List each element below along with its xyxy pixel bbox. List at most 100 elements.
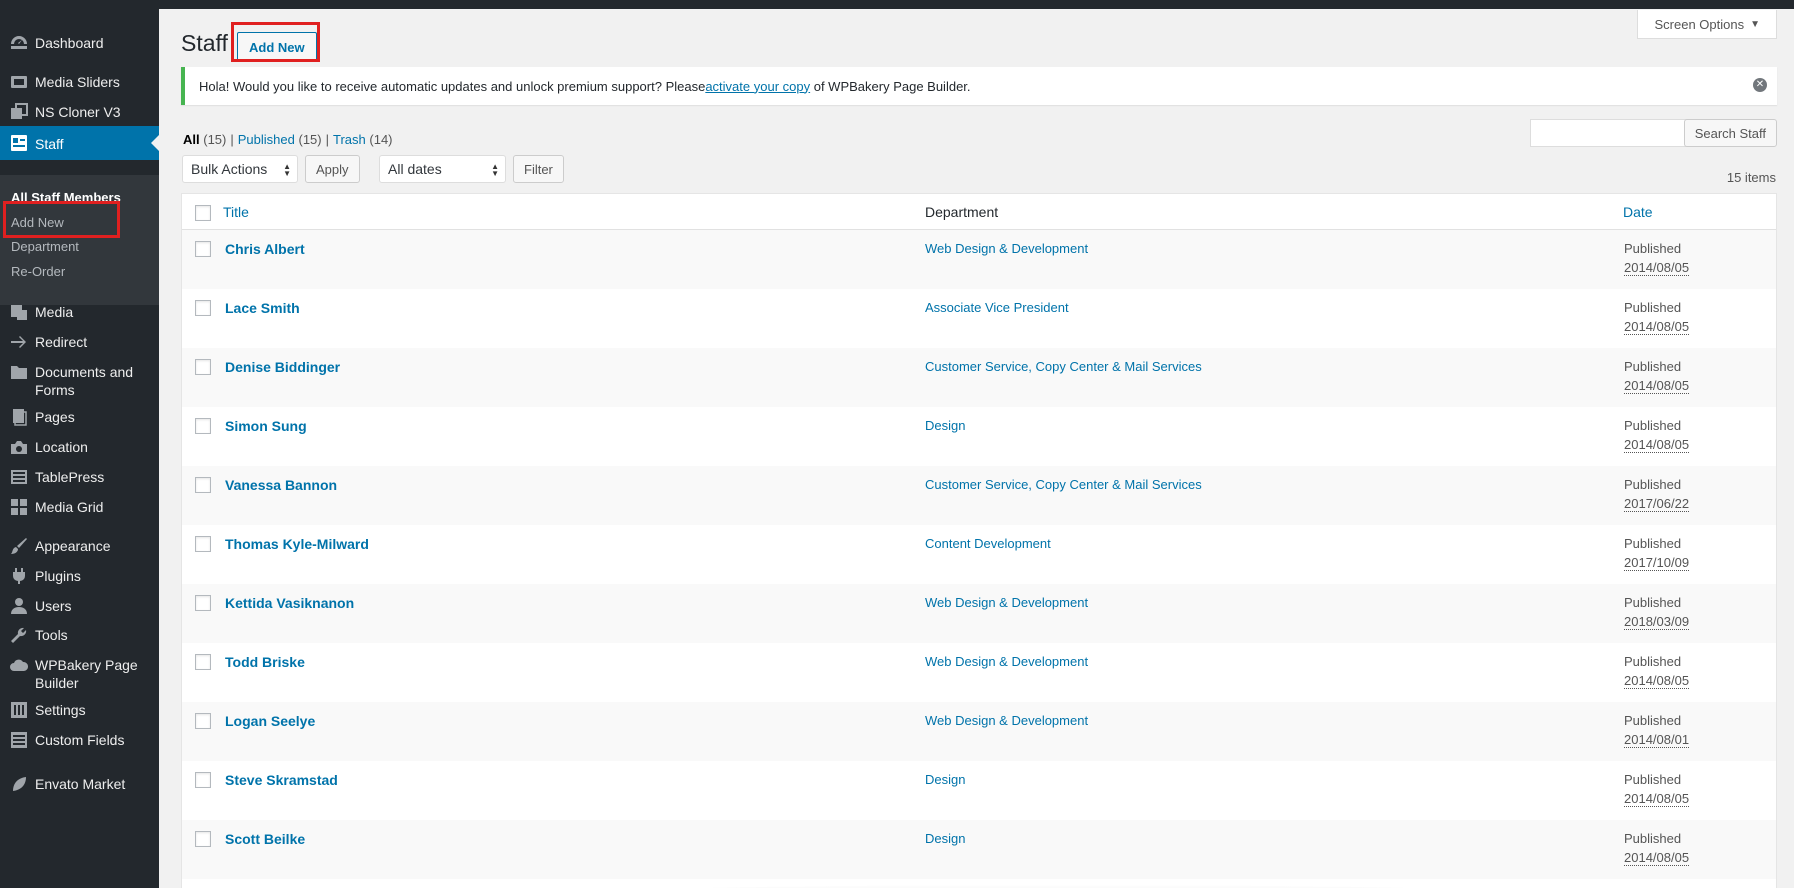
post-status: Published [1624,831,1682,846]
select-arrows-icon: ▲ ▼ [491,162,499,178]
staff-name-link[interactable]: Vanessa Bannon [225,477,337,493]
filter-published-link[interactable]: Published (15) [238,132,322,147]
sidebar-item-custom-fields[interactable]: Custom Fields [0,730,159,750]
dates-value: All dates [388,161,442,177]
screen-options-button[interactable]: Screen Options ▼ [1637,10,1777,39]
staff-name-link[interactable]: Logan Seelye [225,713,315,729]
post-status: Published [1624,359,1682,374]
sidebar-item-media[interactable]: Media [0,302,159,322]
sidebar-item-redirect[interactable]: Redirect [0,332,159,352]
sidebar-item-label: Plugins [35,568,81,584]
sidebar-item-users[interactable]: Users [0,596,159,616]
dismiss-notice-icon[interactable]: ✕ [1753,78,1767,92]
row-checkbox[interactable] [195,300,211,316]
staff-name-link[interactable]: Denise Biddinger [225,359,340,375]
department-link[interactable]: Customer Service, Copy Center & Mail Ser… [925,477,1202,492]
post-status: Published [1624,772,1682,787]
row-checkbox[interactable] [195,595,211,611]
department-link[interactable]: Content Development [925,536,1051,551]
table-row: Simon Sung Design Published 2014/08/05 [182,407,1776,466]
row-checkbox[interactable] [195,654,211,670]
admin-sidebar: DashboardMedia SlidersNS Cloner V3StaffN… [0,9,159,888]
post-status: Published [1624,300,1682,315]
dashboard-icon [8,33,30,53]
filter-all-link[interactable]: All (15) [183,132,226,147]
sidebar-item-media-sliders[interactable]: Media Sliders [0,72,159,92]
brush-icon [8,536,30,556]
sidebar-item-appearance[interactable]: Appearance [0,536,159,556]
department-link[interactable]: Web Design & Development [925,713,1088,728]
sidebar-item-documents-and-forms[interactable]: Documents and Forms [0,362,159,399]
filter-trash-link[interactable]: Trash (14) [333,132,393,147]
submenu-department[interactable]: Department [11,239,79,254]
department-link[interactable]: Customer Service, Copy Center & Mail Ser… [925,359,1202,374]
sidebar-item-media-grid[interactable]: Media Grid [0,497,159,517]
status-filter-links: All (15) | Published (15) | Trash (14) [183,132,393,147]
notice-text-after: of WPBakery Page Builder. [810,78,971,94]
department-link[interactable]: Associate Vice President [925,300,1069,315]
department-link[interactable]: Design [925,772,965,787]
slides-icon [8,72,30,92]
post-date: 2014/08/05 [1624,260,1690,276]
sidebar-item-pages[interactable]: Pages [0,407,159,427]
staff-name-link[interactable]: Thomas Kyle-Milward [225,536,369,552]
apply-button[interactable]: Apply [305,155,360,183]
department-link[interactable]: Design [925,831,965,846]
table-row: Lace Smith Associate Vice President Publis… [182,289,1776,348]
staff-name-link[interactable]: Simon Sung [225,418,307,434]
filter-button[interactable]: Filter [513,155,564,183]
sidebar-item-wpbakery-page-builder[interactable]: WPBakery Page Builder [0,655,159,692]
media-icon [8,302,30,322]
filter-published-label: Published [237,132,295,147]
sidebar-item-dashboard[interactable]: Dashboard [0,33,159,53]
staff-name-link[interactable]: Kettida Vasiknanon [225,595,354,611]
separator: | [325,132,330,147]
row-checkbox[interactable] [195,536,211,552]
submenu-re-order[interactable]: Re-Order [11,264,65,279]
bulk-actions-select[interactable]: Bulk Actions ▲ ▼ [182,155,298,183]
department-link[interactable]: Design [925,418,965,433]
sidebar-item-tablepress[interactable]: TablePress [0,467,159,487]
search-staff-button[interactable]: Search Staff [1683,119,1777,147]
row-checkbox[interactable] [195,772,211,788]
column-date-header[interactable]: Date [1623,204,1653,220]
staff-name-link[interactable]: Chris Albert [225,241,305,257]
row-checkbox[interactable] [195,831,211,847]
row-checkbox[interactable] [195,713,211,729]
location-icon [8,437,30,457]
search-input[interactable] [1530,119,1688,147]
clone-icon [8,102,30,122]
cloud-icon [8,655,30,675]
department-link[interactable]: Web Design & Development [925,241,1088,256]
row-checkbox[interactable] [195,241,211,257]
id-card-icon [8,133,30,153]
select-all-checkbox[interactable] [195,205,211,221]
sidebar-item-staff[interactable]: Staff [0,126,159,160]
dates-select[interactable]: All dates ▲ ▼ [379,155,506,183]
department-link[interactable]: Web Design & Development [925,595,1088,610]
post-date: 2014/08/05 [1624,850,1690,866]
sidebar-item-tools[interactable]: Tools [0,625,159,645]
row-checkbox[interactable] [195,418,211,434]
activate-copy-link[interactable]: activate your copy [705,79,810,94]
notice-text-before: Hola! Would you like to receive automati… [199,78,706,94]
department-link[interactable]: Web Design & Development [925,654,1088,669]
sidebar-item-label: Location [35,439,88,455]
wrench-icon [8,625,30,645]
sidebar-item-envato-market[interactable]: Envato Market [0,774,159,794]
sidebar-item-ns-cloner-v3[interactable]: NS Cloner V3 [0,102,159,122]
staff-name-link[interactable]: Todd Briske [225,654,305,670]
sidebar-item-plugins[interactable]: Plugins [0,566,159,586]
sidebar-item-location[interactable]: Location [0,437,159,457]
column-title-header[interactable]: Title [223,204,249,220]
sidebar-item-settings[interactable]: Settings [0,700,159,720]
sidebar-item-label: TablePress [35,469,105,485]
table-icon [8,467,30,487]
staff-name-link[interactable]: Steve Skramstad [225,772,338,788]
post-status: Published [1624,536,1682,551]
table-row: Denise Biddinger Customer Service, Copy C… [182,348,1776,407]
row-checkbox[interactable] [195,359,211,375]
staff-name-link[interactable]: Lace Smith [225,300,300,316]
row-checkbox[interactable] [195,477,211,493]
staff-name-link[interactable]: Scott Beilke [225,831,305,847]
